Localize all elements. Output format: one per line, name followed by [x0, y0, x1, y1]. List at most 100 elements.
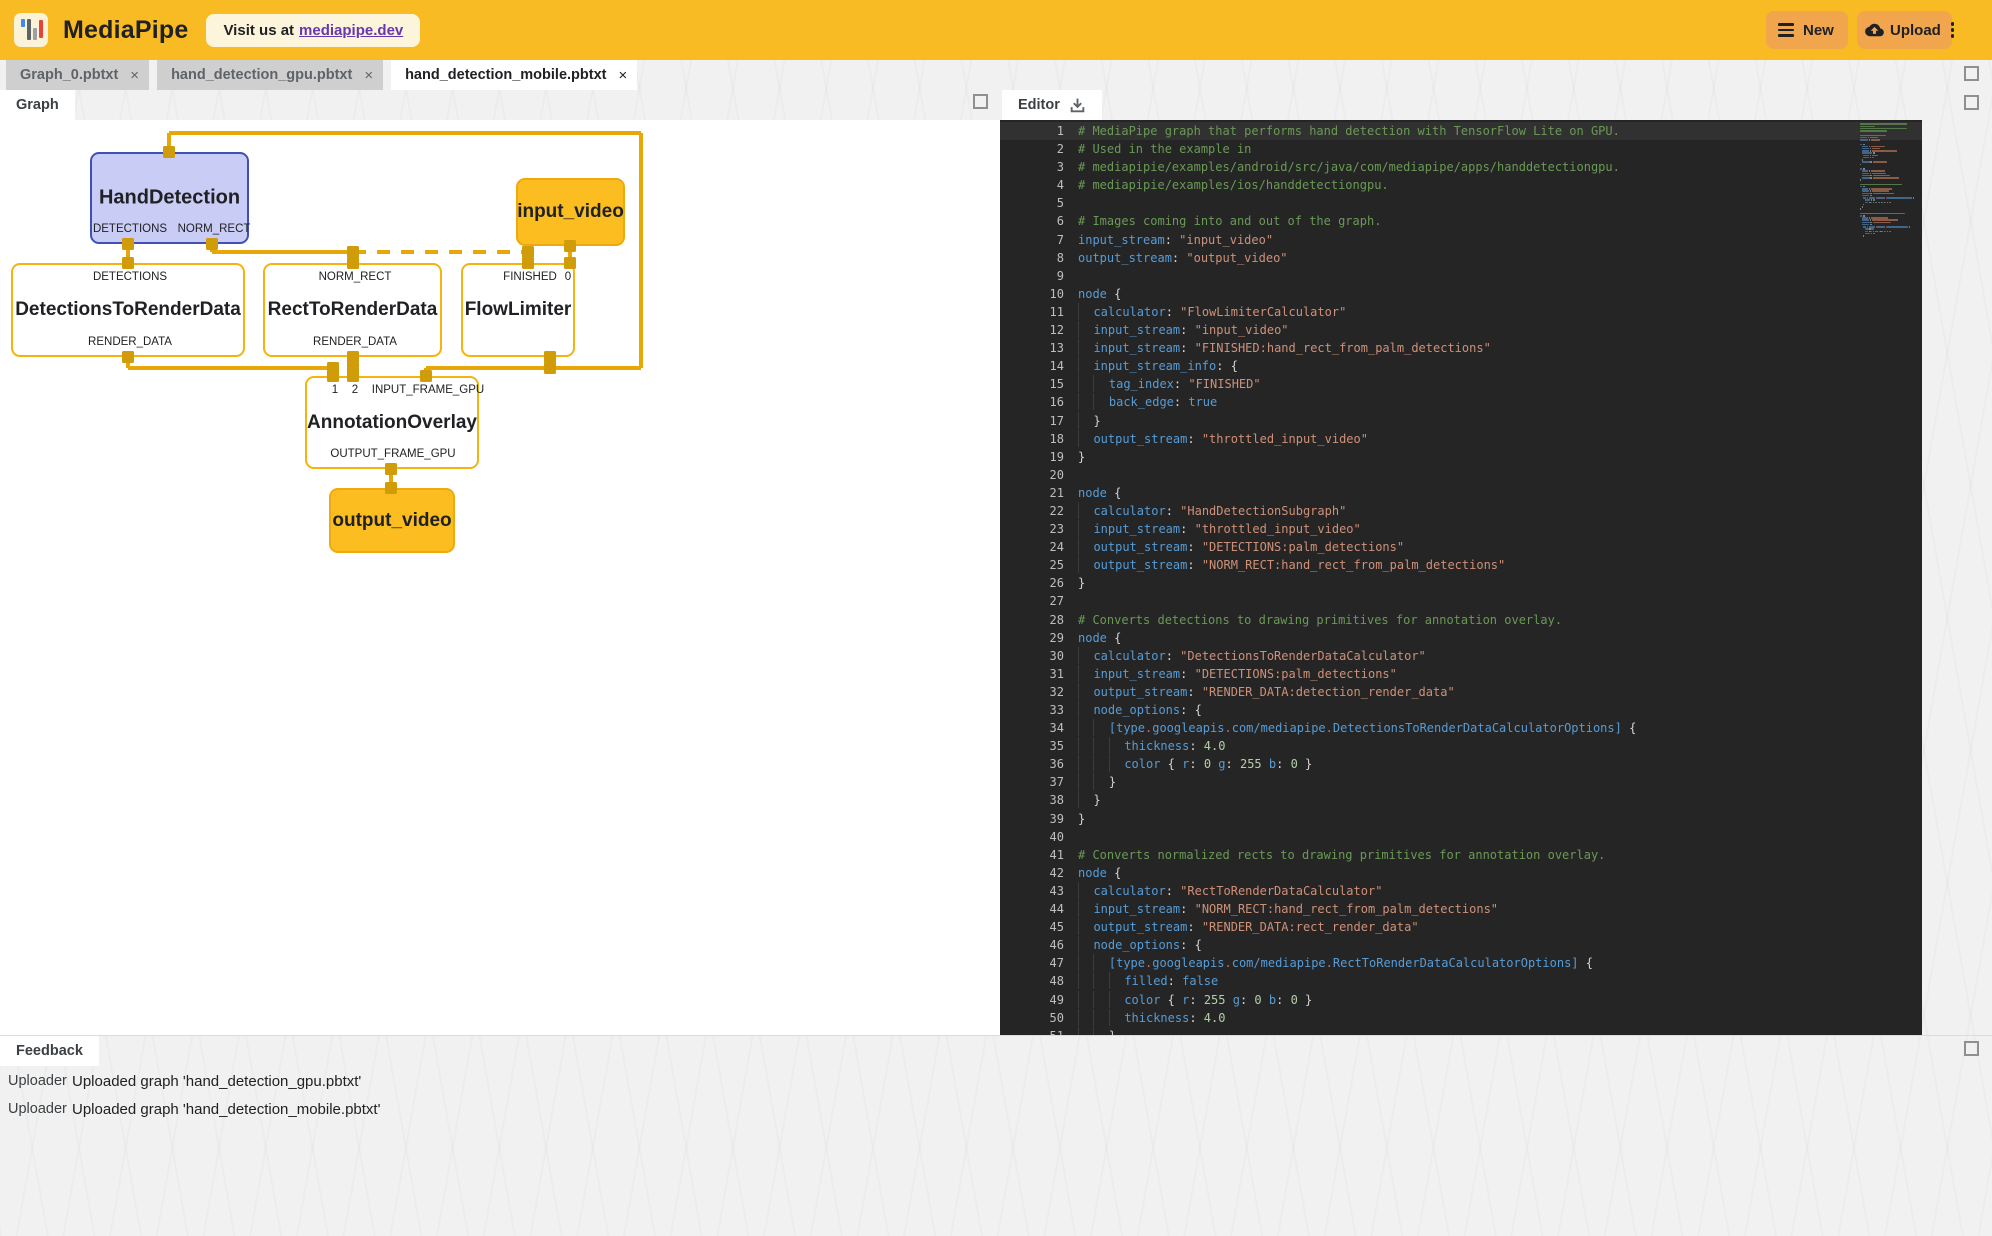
- expand-graph-panel-icon[interactable]: [973, 94, 988, 109]
- file-tab-Graph_0-pbtxt[interactable]: Graph_0.pbtxt×: [6, 60, 149, 90]
- code-line-13[interactable]: 13input_stream: "FINISHED:hand_rect_from…: [1000, 339, 1922, 357]
- minimap[interactable]: [1860, 123, 1918, 237]
- port-connector[interactable]: [347, 370, 359, 382]
- code-editor[interactable]: 1# MediaPipe graph that performs hand de…: [1000, 120, 1922, 1035]
- graph-node-hand-detection[interactable]: HandDetectionDETECTIONSNORM_RECT: [90, 152, 249, 244]
- graph-node-rect-to-render-data[interactable]: RectToRenderDataNORM_RECTRENDER_DATA: [263, 263, 442, 357]
- code-line-29[interactable]: 29node {: [1000, 629, 1922, 647]
- code-line-11[interactable]: 11calculator: "FlowLimiterCalculator": [1000, 303, 1922, 321]
- close-tab-icon[interactable]: ×: [130, 67, 139, 84]
- file-tab-hand_detection_gpu-pbtxt[interactable]: hand_detection_gpu.pbtxt×: [157, 60, 383, 90]
- code-line-35[interactable]: 35thickness: 4.0: [1000, 737, 1922, 755]
- code-line-33[interactable]: 33node_options: {: [1000, 701, 1922, 719]
- code-text: input_stream: "input_video": [1078, 231, 1273, 249]
- tab-graph[interactable]: Graph: [0, 90, 75, 120]
- code-line-47[interactable]: 47[type.googleapis.com/mediapipe.RectToR…: [1000, 954, 1922, 972]
- code-line-39[interactable]: 39}: [1000, 810, 1922, 828]
- code-line-22[interactable]: 22calculator: "HandDetectionSubgraph": [1000, 502, 1922, 520]
- code-line-50[interactable]: 50thickness: 4.0: [1000, 1009, 1922, 1027]
- port-connector[interactable]: [327, 370, 339, 382]
- code-lines[interactable]: 1# MediaPipe graph that performs hand de…: [1000, 122, 1922, 1035]
- port-connector[interactable]: [564, 257, 576, 269]
- code-line-43[interactable]: 43calculator: "RectToRenderDataCalculato…: [1000, 882, 1922, 900]
- port-connector[interactable]: [522, 257, 534, 269]
- port-connector[interactable]: [347, 246, 359, 258]
- code-line-38[interactable]: 38}: [1000, 791, 1922, 809]
- code-line-42[interactable]: 42node {: [1000, 864, 1922, 882]
- code-line-2[interactable]: 2# Used in the example in: [1000, 140, 1922, 158]
- code-line-37[interactable]: 37}: [1000, 773, 1922, 791]
- code-line-23[interactable]: 23input_stream: "throttled_input_video": [1000, 520, 1922, 538]
- code-line-4[interactable]: 4# mediapipie/examples/ios/handdetection…: [1000, 176, 1922, 194]
- port-connector[interactable]: [347, 257, 359, 269]
- code-line-16[interactable]: 16back_edge: true: [1000, 393, 1922, 411]
- code-line-31[interactable]: 31input_stream: "DETECTIONS:palm_detecti…: [1000, 665, 1922, 683]
- code-line-46[interactable]: 46node_options: {: [1000, 936, 1922, 954]
- code-line-41[interactable]: 41# Converts normalized rects to drawing…: [1000, 846, 1922, 864]
- expand-feedback-panel-icon[interactable]: [1964, 1041, 1979, 1056]
- code-line-32[interactable]: 32output_stream: "RENDER_DATA:detection_…: [1000, 683, 1922, 701]
- code-line-17[interactable]: 17}: [1000, 412, 1922, 430]
- port-connector[interactable]: [122, 238, 134, 250]
- tab-editor[interactable]: Editor: [1002, 90, 1102, 120]
- port-connector[interactable]: [122, 351, 134, 363]
- close-tab-icon[interactable]: ×: [619, 67, 628, 84]
- code-line-12[interactable]: 12input_stream: "input_video": [1000, 321, 1922, 339]
- tab-feedback[interactable]: Feedback: [0, 1036, 99, 1066]
- port-connector[interactable]: [163, 146, 175, 158]
- code-line-1[interactable]: 1# MediaPipe graph that performs hand de…: [1000, 122, 1922, 140]
- code-line-5[interactable]: 5: [1000, 194, 1922, 212]
- code-line-21[interactable]: 21node {: [1000, 484, 1922, 502]
- mediapipe-dev-link[interactable]: mediapipe.dev: [299, 22, 403, 39]
- code-line-45[interactable]: 45output_stream: "RENDER_DATA:rect_rende…: [1000, 918, 1922, 936]
- close-tab-icon[interactable]: ×: [364, 67, 373, 84]
- code-line-3[interactable]: 3# mediapipie/examples/android/src/java/…: [1000, 158, 1922, 176]
- upload-button[interactable]: Upload: [1857, 11, 1952, 49]
- port-connector[interactable]: [385, 482, 397, 494]
- code-line-6[interactable]: 6# Images coming into and out of the gra…: [1000, 212, 1922, 230]
- code-line-19[interactable]: 19}: [1000, 448, 1922, 466]
- code-line-24[interactable]: 24output_stream: "DETECTIONS:palm_detect…: [1000, 538, 1922, 556]
- code-line-20[interactable]: 20: [1000, 466, 1922, 484]
- port-connector[interactable]: [544, 362, 556, 374]
- code-line-8[interactable]: 8output_stream: "output_video": [1000, 249, 1922, 267]
- graph-node-input-video[interactable]: input_video: [516, 178, 625, 246]
- graph-node-flow-limiter[interactable]: FlowLimiterFINISHED0: [461, 263, 575, 357]
- port-connector[interactable]: [122, 257, 134, 269]
- code-line-10[interactable]: 10node {: [1000, 285, 1922, 303]
- file-tab-hand_detection_mobile-pbtxt[interactable]: hand_detection_mobile.pbtxt×: [391, 60, 637, 90]
- new-button[interactable]: New: [1766, 11, 1848, 49]
- code-line-25[interactable]: 25output_stream: "NORM_RECT:hand_rect_fr…: [1000, 556, 1922, 574]
- code-line-51[interactable]: 51}: [1000, 1027, 1922, 1035]
- code-line-30[interactable]: 30calculator: "DetectionsToRenderDataCal…: [1000, 647, 1922, 665]
- download-icon[interactable]: [1069, 97, 1086, 114]
- code-line-14[interactable]: 14input_stream_info: {: [1000, 357, 1922, 375]
- code-line-48[interactable]: 48filled: false: [1000, 972, 1922, 990]
- edge-segment: [212, 250, 353, 254]
- port-connector[interactable]: [206, 238, 218, 250]
- more-options-icon[interactable]: [1951, 20, 1955, 41]
- expand-editor-panel-icon[interactable]: [1964, 95, 1979, 110]
- graph-node-detections-to-render-data[interactable]: DetectionsToRenderDataDETECTIONSRENDER_D…: [11, 263, 245, 357]
- code-line-36[interactable]: 36color { r: 0 g: 255 b: 0 }: [1000, 755, 1922, 773]
- code-line-49[interactable]: 49color { r: 255 g: 0 b: 0 }: [1000, 991, 1922, 1009]
- graph-node-annotation-overlay[interactable]: AnnotationOverlay12INPUT_FRAME_GPUOUTPUT…: [305, 376, 479, 469]
- code-line-28[interactable]: 28# Converts detections to drawing primi…: [1000, 611, 1922, 629]
- port-connector[interactable]: [420, 370, 432, 382]
- code-line-27[interactable]: 27: [1000, 592, 1922, 610]
- code-line-18[interactable]: 18output_stream: "throttled_input_video": [1000, 430, 1922, 448]
- code-line-34[interactable]: 34[type.googleapis.com/mediapipe.Detecti…: [1000, 719, 1922, 737]
- port-connector[interactable]: [385, 463, 397, 475]
- code-line-26[interactable]: 26}: [1000, 574, 1922, 592]
- input-port-label: NORM_RECT: [319, 271, 392, 283]
- code-line-9[interactable]: 9: [1000, 267, 1922, 285]
- code-line-15[interactable]: 15tag_index: "FINISHED": [1000, 375, 1922, 393]
- graph-canvas[interactable]: HandDetectionDETECTIONSNORM_RECT input_vi…: [0, 120, 1000, 1035]
- code-line-44[interactable]: 44input_stream: "NORM_RECT:hand_rect_fro…: [1000, 900, 1922, 918]
- port-connector[interactable]: [564, 240, 576, 252]
- code-line-7[interactable]: 7input_stream: "input_video": [1000, 231, 1922, 249]
- expand-window-icon[interactable]: [1964, 66, 1979, 81]
- line-number: 8: [1000, 249, 1078, 267]
- graph-node-output-video[interactable]: output_video: [329, 488, 455, 553]
- code-line-40[interactable]: 40: [1000, 828, 1922, 846]
